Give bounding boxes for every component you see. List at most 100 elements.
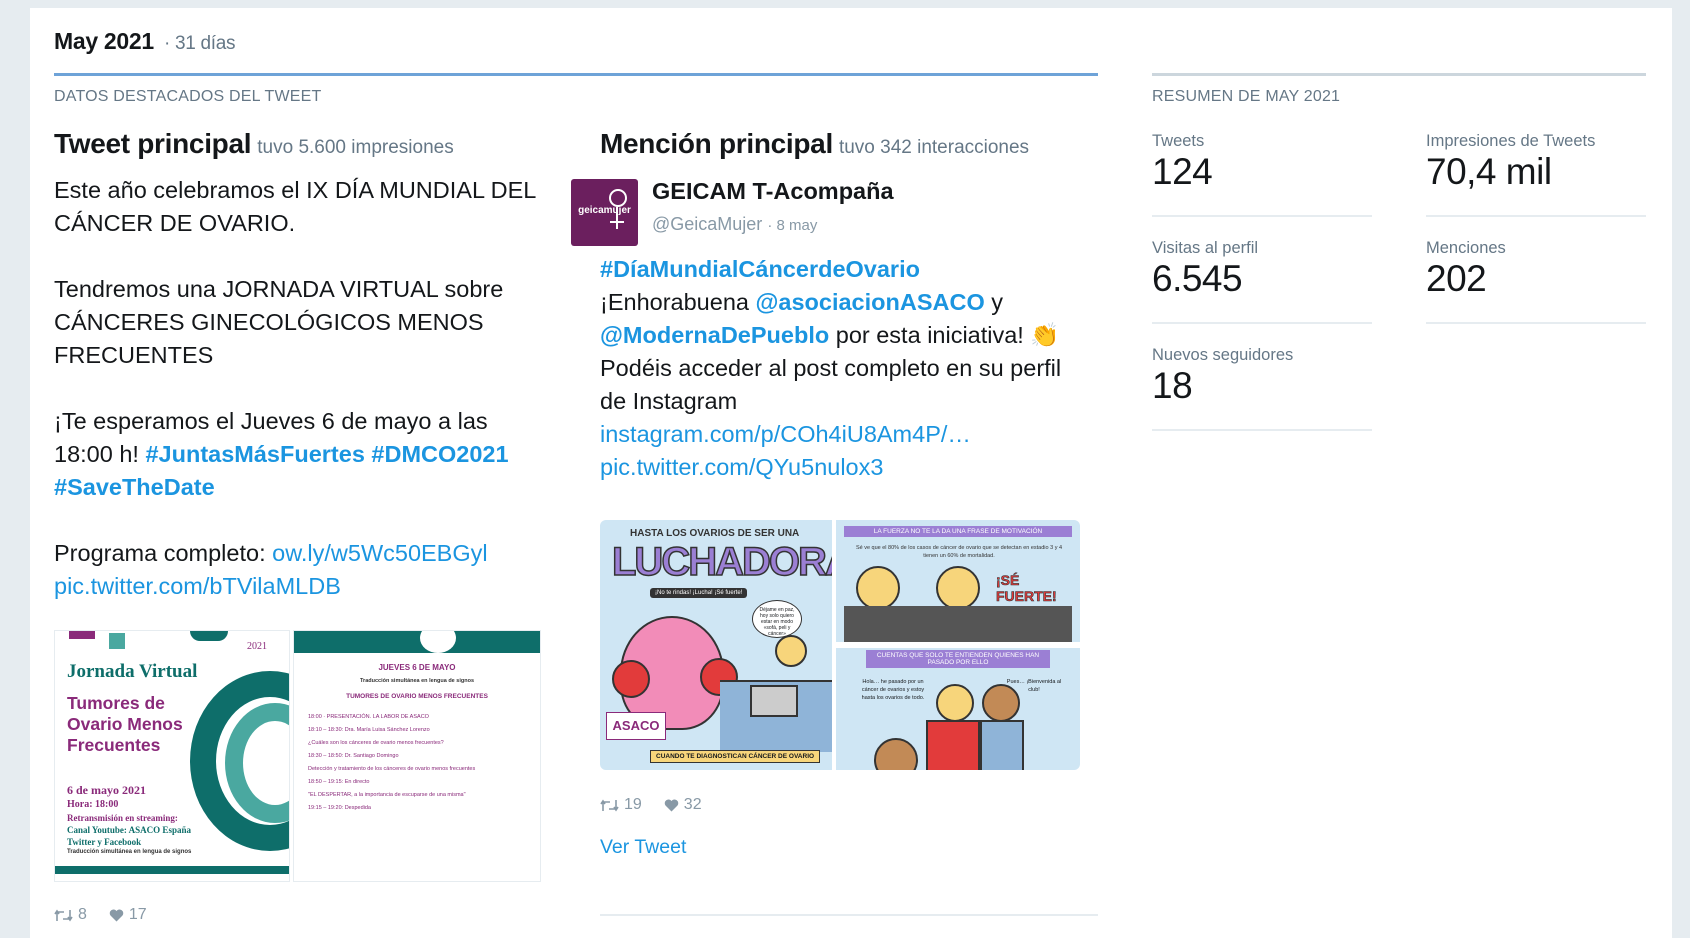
poster-channel: Canal Youtube: ASACO España — [67, 825, 191, 835]
top-tweet-title: Tweet principal — [54, 128, 252, 159]
stat-divider — [1152, 215, 1372, 217]
top-mention-title: Mención principal — [600, 128, 833, 159]
stat-value: 70,4 mil — [1426, 151, 1552, 192]
stat-divider — [1152, 429, 1372, 431]
days-count: · 31 días — [164, 33, 236, 54]
month-heading: May 2021 · 31 días — [54, 28, 236, 55]
avatar[interactable]: geicamujer — [571, 179, 638, 246]
hashtag-link[interactable]: #DíaMundialCáncerdeOvario — [600, 256, 920, 282]
comic-image-top-right[interactable]: LA FUERZA NO TE LA DA UNA FRASE DE MOTIV… — [836, 520, 1080, 642]
program-line: ¿Cuáles son los cánceres de ovario menos… — [308, 740, 444, 746]
poster-channel2: Twitter y Facebook — [67, 837, 142, 847]
mention-handle[interactable]: @GeicaMujer — [652, 214, 762, 234]
comic-panel2-text: Sé ve que el 80% de los casos de cáncer … — [855, 545, 1063, 559]
comic-footer: CUANDO TE DIAGNOSTICAN CÁNCER DE OVARIO — [650, 750, 821, 763]
program-link[interactable]: ow.ly/w5Wc50EBGyl — [272, 540, 487, 566]
avatar-text: geicamujer — [578, 205, 631, 216]
comic-panel2-head: LA FUERZA NO TE LA DA UNA FRASE DE MOTIV… — [844, 526, 1072, 537]
poster-year: 2021 — [247, 641, 267, 652]
comic-image-main[interactable]: HASTA LOS OVARIOS DE SER UNA LUCHADORA ¡… — [600, 520, 832, 770]
tweet-image-program[interactable]: JUEVES 6 DE MAYO Traducción simultánea e… — [293, 630, 541, 882]
mention-bottom-divider — [600, 914, 1098, 916]
stat-label: Impresiones de Tweets — [1426, 132, 1596, 150]
pic-link[interactable]: pic.twitter.com/QYu5nulox3 — [600, 454, 883, 480]
poster-date: 6 de mayo 2021 — [67, 783, 146, 797]
stat-new-followers: Nuevos seguidores 18 — [1152, 346, 1372, 407]
tweet-image-poster[interactable]: 2021 Jornada Virtual Tumores de Ovario M… — [54, 630, 290, 882]
instagram-link[interactable]: instagram.com/p/COh4iU8Am4P/… — [600, 421, 971, 447]
retweet-count: 8 — [54, 906, 87, 924]
comic-bubble: ¡No te rindas! ¡Lucha! ¡Sé fuerte! — [650, 588, 748, 598]
program-line: 18:30 – 18:50: Dr. Santiago Domingo — [308, 753, 399, 759]
program-lines: 18:00 · PRESENTACIÓN. LA LABOR DE ASACO 1… — [308, 711, 528, 815]
stat-label: Visitas al perfil — [1152, 239, 1259, 257]
top-mention-subtitle: tuvo 342 interacciones — [838, 137, 1030, 158]
view-tweet-link[interactable]: Ver Tweet — [600, 836, 686, 859]
asaco-logo: ASACO — [606, 712, 666, 740]
stat-value: 124 — [1152, 151, 1213, 192]
stat-divider — [1152, 322, 1372, 324]
pic-link[interactable]: pic.twitter.com/bTVilaMLDB — [54, 573, 341, 599]
program-line: "EL DESPERTAR, a la importancia de escup… — [308, 792, 466, 798]
hashtag-link[interactable]: #SaveTheDate — [54, 474, 215, 500]
program-section: TUMORES DE OVARIO MENOS FRECUENTES — [346, 693, 488, 700]
stat-label: Tweets — [1152, 132, 1205, 150]
mention-author-handle[interactable]: @GeicaMujer · 8 may — [652, 214, 817, 235]
stat-profile-visits: Visitas al perfil 6.545 — [1152, 239, 1372, 300]
mention-link[interactable]: @asociacionASACO — [755, 289, 984, 315]
top-tweet-engagement: 8 17 — [54, 906, 147, 924]
top-tweet-heading: Tweet principal tuvo 5.600 impresiones — [54, 128, 454, 160]
poster-topic: Tumores de Ovario Menos Frecuentes — [67, 693, 183, 755]
top-tweet-text: Este año celebramos el IX DÍA MUNDIAL DE… — [54, 174, 544, 636]
stat-divider — [1426, 322, 1646, 324]
top-mention-engagement: 19 32 — [600, 796, 702, 814]
program-header: JUEVES 6 DE MAYO — [378, 663, 456, 672]
month-label: May 2021 — [54, 28, 154, 54]
heart-icon — [109, 909, 124, 921]
like-count: 17 — [109, 906, 147, 924]
comic-speech: Déjame en paz, hoy solo quiero estar en … — [752, 600, 802, 638]
stat-label: Nuevos seguidores — [1152, 346, 1294, 364]
program-line: 18:50 – 19:15: En directo — [308, 779, 370, 785]
mention-link[interactable]: @ModernaDePueblo — [600, 322, 829, 348]
stat-divider — [1426, 215, 1646, 217]
heart-icon — [664, 799, 679, 811]
top-tweet-paragraph: Este año celebramos el IX DÍA MUNDIAL DE… — [54, 177, 536, 236]
comic-panel3-head: CUENTAS QUE SOLO TE ENTIENDEN QUIENES HA… — [866, 650, 1050, 668]
stat-tweets: Tweets 124 — [1152, 132, 1372, 193]
retweet-icon — [54, 909, 73, 921]
stat-value: 6.545 — [1152, 258, 1243, 299]
mention-author-name[interactable]: GEICAM T-Acompaña — [652, 178, 894, 205]
retweet-icon — [600, 799, 619, 811]
retweet-count: 19 — [600, 796, 642, 814]
program-sub: Traducción simultánea en lengua de signo… — [360, 678, 474, 684]
top-tweet-paragraph: Programa completo: ow.ly/w5Wc50EBGyl pic.… — [54, 540, 488, 599]
comic-panel2-big: ¡SÉ FUERTE! — [996, 572, 1057, 605]
poster-stream: Retransmisión en streaming: — [67, 813, 178, 823]
highlights-divider — [54, 73, 1098, 76]
program-line: 19:15 – 19:20: Despedida — [308, 805, 371, 811]
highlights-caption: DATOS DESTACADOS DEL TWEET — [54, 88, 322, 105]
analytics-card: May 2021 · 31 días DATOS DESTACADOS DEL … — [30, 8, 1672, 938]
poster-sign: Traducción simultánea en lengua de signo… — [67, 849, 192, 855]
poster-hour: Hora: 18:00 — [67, 799, 119, 810]
hashtag-link[interactable]: #DMCO2021 — [371, 441, 508, 467]
comic-top-text: HASTA LOS OVARIOS DE SER UNA — [630, 528, 800, 539]
comic-image-bottom-right[interactable]: CUENTAS QUE SOLO TE ENTIENDEN QUIENES HA… — [836, 648, 1080, 770]
like-count: 32 — [664, 796, 702, 814]
stat-mentions: Menciones 202 — [1426, 239, 1646, 300]
mention-date[interactable]: · 8 may — [767, 217, 817, 234]
top-mention-text: #DíaMundialCáncerdeOvario ¡Enhorabuena @… — [600, 256, 1062, 480]
summary-caption: RESUMEN DE MAY 2021 — [1152, 88, 1341, 105]
top-tweet-paragraph: ¡Te esperamos el Jueves 6 de mayo a las … — [54, 408, 509, 500]
top-tweet-subtitle: tuvo 5.600 impresiones — [257, 137, 454, 158]
stat-impressions: Impresiones de Tweets 70,4 mil — [1426, 132, 1646, 193]
hashtag-link[interactable]: #JuntasMásFuertes — [145, 441, 364, 467]
poster-title: Jornada Virtual — [67, 661, 198, 682]
stat-label: Menciones — [1426, 239, 1506, 257]
stat-value: 18 — [1152, 365, 1193, 406]
comic-panel3-left: Hola… he pasado por un cáncer de ovarios… — [861, 679, 925, 701]
top-mention-heading: Mención principal tuvo 342 interacciones — [600, 128, 1029, 160]
program-line: 18:00 · PRESENTACIÓN. LA LABOR DE ASACO — [308, 714, 429, 720]
program-line: Detección y tratamiento de los cánceres … — [308, 766, 476, 772]
